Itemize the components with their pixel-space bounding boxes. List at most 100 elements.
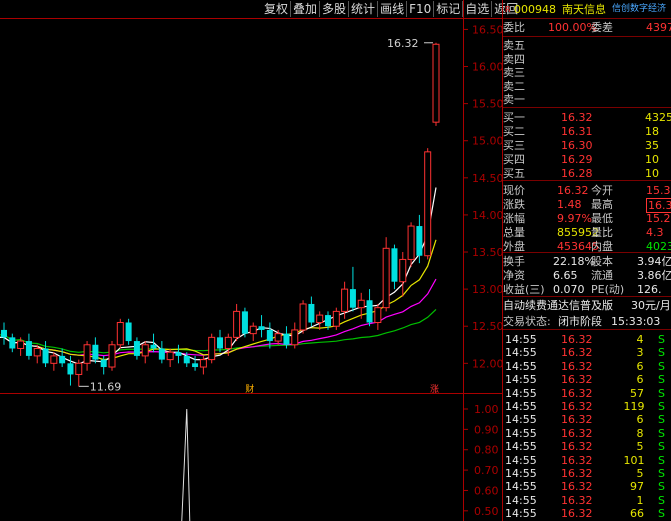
tick-volume: 66 [630, 507, 644, 521]
candle-body [141, 344, 149, 357]
candle-body [266, 329, 273, 342]
tick-price: 16.32 [561, 386, 593, 400]
tick-row[interactable]: 14:55 16.32 66 S [503, 507, 671, 520]
tick-row[interactable]: 14:55 16.32 1 S [503, 494, 671, 507]
kline-chart[interactable]: 16.50 16.00 15.50 15.00 14.50 14.00 13.50 13.00… [0, 0, 503, 521]
candle-body [274, 333, 282, 342]
candle-body [133, 341, 140, 356]
tick-time: 14:55 [505, 440, 537, 454]
quote-row: 现价 16.32 今开 15.3 [503, 184, 671, 197]
candle-body [217, 337, 223, 349]
bid-price: 16.31 [561, 125, 593, 138]
fundamental-label: 收益(三) [503, 283, 545, 296]
fundamental-value: 22.18% [553, 255, 595, 268]
tick-side: S [658, 413, 665, 427]
tick-volume: 119 [623, 400, 645, 413]
candle-body [166, 351, 174, 361]
tick-row[interactable]: 14:55 16.32 8 S [503, 427, 671, 440]
tick-row[interactable]: 14:55 16.32 3 S [503, 346, 671, 359]
y-tick-label: 13.00 [472, 283, 503, 296]
tick-side: S [658, 480, 665, 494]
candle [141, 341, 149, 364]
candle-body [183, 355, 190, 364]
tick-side: S [658, 426, 665, 440]
quote-value: 15.2 [646, 212, 671, 225]
tick-price: 16.32 [561, 346, 593, 360]
candle-body [224, 336, 232, 349]
candle-body [416, 226, 423, 256]
weibi-label: 委比 [503, 21, 525, 34]
candle [366, 289, 373, 327]
candle-body [158, 348, 165, 360]
tick-time: 14:55 [505, 493, 537, 507]
volume-tick-label: 0.70 [474, 464, 499, 477]
ask-label: 卖三 [503, 66, 525, 80]
tick-time: 14:55 [505, 413, 537, 427]
quote-row: 涨跌 1.48 最高 16.3 [503, 198, 671, 213]
divider [503, 107, 671, 108]
divider [503, 18, 671, 19]
quote-value: 15.3 [646, 184, 671, 197]
tick-row[interactable]: 14:55 16.32 6 S [503, 373, 671, 386]
tick-volume: 8 [636, 426, 644, 440]
bid-volume: 18 [645, 125, 659, 138]
candle [125, 318, 132, 345]
promo-row[interactable]: 自动续费通达信普及版 30元/月 [503, 299, 671, 312]
low-price-label: 11.69 [90, 380, 122, 393]
tick-price: 16.32 [561, 467, 593, 480]
bid-label: 买五 [503, 167, 525, 180]
tick-row[interactable]: 14:55 16.32 97 S [503, 480, 671, 493]
candle-body [75, 362, 83, 375]
tick-volume: 57 [630, 386, 644, 400]
high-price-label: 16.32 [387, 37, 419, 50]
tick-time: 14:55 [505, 426, 537, 440]
tick-row[interactable]: 14:55 16.32 5 S [503, 440, 671, 453]
bid-price: 16.28 [561, 167, 593, 180]
tick-time: 14:55 [505, 386, 537, 400]
candle-body [325, 315, 331, 327]
ask-row: 卖三 [503, 66, 671, 79]
quote-label: 涨跌 [503, 198, 525, 211]
status-value: 闭市阶段 [558, 315, 602, 328]
candle-body [382, 247, 390, 309]
tick-row[interactable]: 14:55 16.32 119 S [503, 400, 671, 413]
candle-body [258, 326, 265, 330]
fundamental-row: 收益(三) 0.070 PE(动) 126. [503, 283, 671, 296]
tick-price: 16.32 [561, 333, 593, 346]
tick-row[interactable]: 14:55 16.32 4 S [503, 333, 671, 346]
bid-row: 买四 16.29 10 [503, 153, 671, 166]
candle-body [125, 322, 132, 342]
candle-body [399, 258, 407, 283]
tick-volume: 1 [636, 493, 644, 507]
bid-volume: 10 [645, 153, 659, 166]
candle-body [366, 300, 373, 323]
tick-volume: 6 [636, 373, 644, 387]
r-badge: R [505, 5, 511, 14]
tick-time: 14:55 [505, 507, 537, 521]
tick-row[interactable]: 14:55 16.32 57 S [503, 387, 671, 400]
tick-row[interactable]: 14:55 16.32 6 S [503, 413, 671, 426]
promo-text[interactable]: 自动续费通达信普及版 [503, 299, 613, 312]
ask-label: 卖五 [503, 39, 525, 52]
candle [42, 341, 49, 368]
tick-volume: 3 [636, 346, 644, 360]
candle [9, 333, 16, 353]
fundamental-value: 6.65 [553, 269, 578, 282]
quote-value: 16.3 [646, 198, 671, 213]
ask-row: 卖一 [503, 93, 671, 106]
quote-label: 最低 [591, 212, 613, 225]
tick-price: 16.32 [561, 413, 593, 427]
tick-price: 16.32 [561, 359, 593, 373]
tick-row[interactable]: 14:55 16.32 101 S [503, 454, 671, 467]
ask-label: 卖二 [503, 79, 525, 93]
y-tick-label: 12.50 [472, 320, 503, 333]
candle [407, 222, 415, 267]
promo-price[interactable]: 30元/月 [631, 299, 671, 312]
candle-body [233, 310, 241, 338]
tick-row[interactable]: 14:55 16.32 6 S [503, 360, 671, 373]
weicha-value: 4397 [646, 21, 671, 34]
stock-code: 000948 [514, 3, 556, 16]
fundamental-label: 股本 [591, 255, 613, 268]
tick-row[interactable]: 14:55 16.32 5 S [503, 467, 671, 480]
y-tick-label: 16.50 [472, 23, 503, 36]
